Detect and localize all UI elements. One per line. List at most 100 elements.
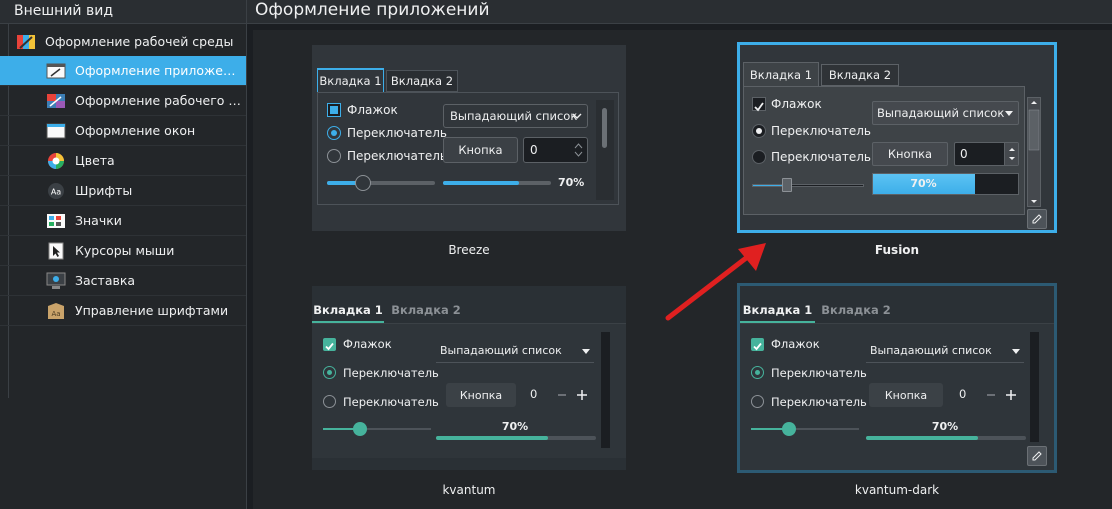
radio-label: Переключатель	[771, 366, 867, 380]
radio-label: Переключатель	[343, 395, 439, 409]
main-panel: Оформление приложений Вкладка 1 Вкладка …	[247, 0, 1112, 509]
style-card-fusion[interactable]: Вкладка 1 Вкладка 2 Флажок Переключатель…	[737, 42, 1057, 233]
progress-label: 70%	[931, 420, 959, 433]
checkbox-label: Флажок	[771, 337, 820, 351]
slider-track	[323, 428, 431, 430]
spinbox-value: 0	[530, 143, 538, 157]
checkbox	[752, 97, 766, 112]
sidebar-item-workspace-theme[interactable]: Оформление рабочей среды	[0, 27, 246, 57]
spinbox-value: 0	[959, 387, 967, 401]
style-name-kvantum-dark: kvantum-dark	[854, 483, 940, 497]
sidebar-item-label: Оформление рабочего …	[75, 93, 241, 108]
style-card-kvantum[interactable]: Вкладка 1 Вкладка 2 Флажок Переключатель…	[312, 286, 626, 470]
slider-handle	[353, 422, 367, 436]
app-window: Внешний вид Оформление рабочей среды Офо…	[0, 0, 1112, 509]
style-name-kvantum: kvantum	[442, 483, 496, 497]
checkbox	[323, 338, 336, 351]
checkbox-label: Флажок	[347, 103, 398, 117]
svg-text:Aa: Aa	[51, 187, 61, 196]
spinbox-value: 0	[960, 147, 968, 161]
spinbox-value: 0	[530, 387, 538, 401]
style-card-breeze[interactable]: Вкладка 1 Вкладка 2 Флажок Переключатель…	[312, 45, 626, 231]
dropdown-label: Выпадающий список	[877, 106, 1005, 120]
chevron-down-icon	[1012, 349, 1020, 354]
font-management-icon: Aa	[46, 302, 66, 320]
radio-label: Переключатель	[771, 150, 871, 164]
sidebar-item-splash[interactable]: Заставка	[0, 266, 246, 296]
dropdown: Выпадающий список	[872, 101, 1019, 125]
style-name-fusion: Fusion	[874, 243, 920, 257]
progress-fill	[436, 436, 548, 440]
scrollbar	[1027, 97, 1041, 207]
tab-2: Вкладка 2	[386, 70, 458, 92]
style-card-kvantum-dark[interactable]: Вкладка 1 Вкладка 2 Флажок Переключатель…	[737, 283, 1057, 473]
spin-minus-plus-icon	[558, 390, 587, 400]
radio-label: Переключатель	[771, 124, 871, 138]
slider-track	[751, 428, 859, 430]
checkbox	[751, 338, 764, 351]
scrollbar	[596, 100, 614, 200]
slider-track	[327, 181, 435, 185]
sidebar-item-label: Оформление окон	[75, 123, 196, 138]
spinbox: 0	[954, 383, 1026, 407]
radio-label: Переключатель	[771, 395, 867, 409]
sidebar-item-label: Заставка	[75, 273, 136, 288]
sidebar-item-label: Оформление рабочей среды	[45, 34, 234, 49]
sidebar-item-cursors[interactable]: Курсоры мыши	[0, 236, 246, 266]
radio-unchecked	[752, 150, 766, 164]
chevron-down-icon	[1005, 111, 1013, 116]
sidebar-item-plasma-style[interactable]: Оформление рабочего …	[0, 86, 246, 116]
chevron-down-icon	[582, 349, 590, 354]
progress-label: 70%	[558, 176, 585, 189]
window-decoration-icon	[46, 122, 66, 140]
edit-style-button[interactable]	[1027, 209, 1047, 229]
progress-track	[866, 436, 1026, 440]
sidebar-item-label: Оформление приложе…	[75, 63, 236, 78]
checkbox	[327, 103, 341, 117]
slider-handle	[355, 175, 371, 191]
sidebar-item-label: Управление шрифтами	[75, 303, 229, 318]
edit-style-button[interactable]	[1027, 446, 1047, 466]
sidebar-item-app-style[interactable]: Оформление приложе…	[0, 56, 246, 86]
sidebar-item-fonts[interactable]: Aa Шрифты	[0, 176, 246, 206]
sidebar-item-label: Цвета	[75, 153, 115, 168]
sidebar-item-label: Значки	[75, 213, 122, 228]
sidebar-item-label: Курсоры мыши	[75, 243, 175, 258]
button: Кнопка	[446, 383, 516, 407]
check-icon	[754, 102, 764, 112]
button: Кнопка	[869, 383, 943, 407]
dropdown-label: Выпадающий список	[450, 109, 578, 123]
radio-checked	[323, 366, 336, 379]
page-title: Оформление приложений	[247, 0, 1112, 24]
tab-2: Вкладка 2	[821, 64, 899, 86]
tab-1: Вкладка 1	[313, 303, 383, 317]
sidebar-item-icons[interactable]: Значки	[0, 206, 246, 236]
tab-2: Вкладка 2	[391, 303, 461, 317]
progress-label: 70%	[910, 177, 937, 190]
splash-icon	[46, 272, 66, 290]
colors-icon	[46, 152, 66, 170]
dropdown: Выпадающий список	[443, 104, 588, 128]
workspace-theme-icon	[16, 33, 36, 51]
sidebar-item-label: Шрифты	[75, 183, 133, 198]
sidebar-item-colors[interactable]: Цвета	[0, 146, 246, 176]
sidebar-item-font-management[interactable]: Aa Управление шрифтами	[0, 296, 246, 326]
plasma-style-icon	[46, 92, 66, 110]
spinbox: 0	[525, 383, 597, 407]
slider-handle	[782, 422, 796, 436]
checkbox-label: Флажок	[771, 97, 822, 111]
app-style-icon	[46, 62, 66, 80]
tab-1: Вкладка 1	[317, 68, 384, 92]
radio-checked	[751, 366, 764, 379]
radio-checked	[327, 126, 341, 140]
sidebar-item-window-decoration[interactable]: Оформление окон	[0, 116, 246, 146]
dropdown-label: Выпадающий список	[870, 344, 992, 357]
button: Кнопка	[443, 137, 518, 163]
style-name-breeze: Breeze	[448, 243, 490, 257]
cursor-icon	[46, 242, 66, 260]
button: Кнопка	[872, 142, 948, 166]
tab-2: Вкладка 2	[821, 303, 891, 317]
slider-handle	[782, 178, 792, 192]
radio-unchecked	[751, 395, 764, 408]
svg-text:Aa: Aa	[51, 310, 60, 318]
